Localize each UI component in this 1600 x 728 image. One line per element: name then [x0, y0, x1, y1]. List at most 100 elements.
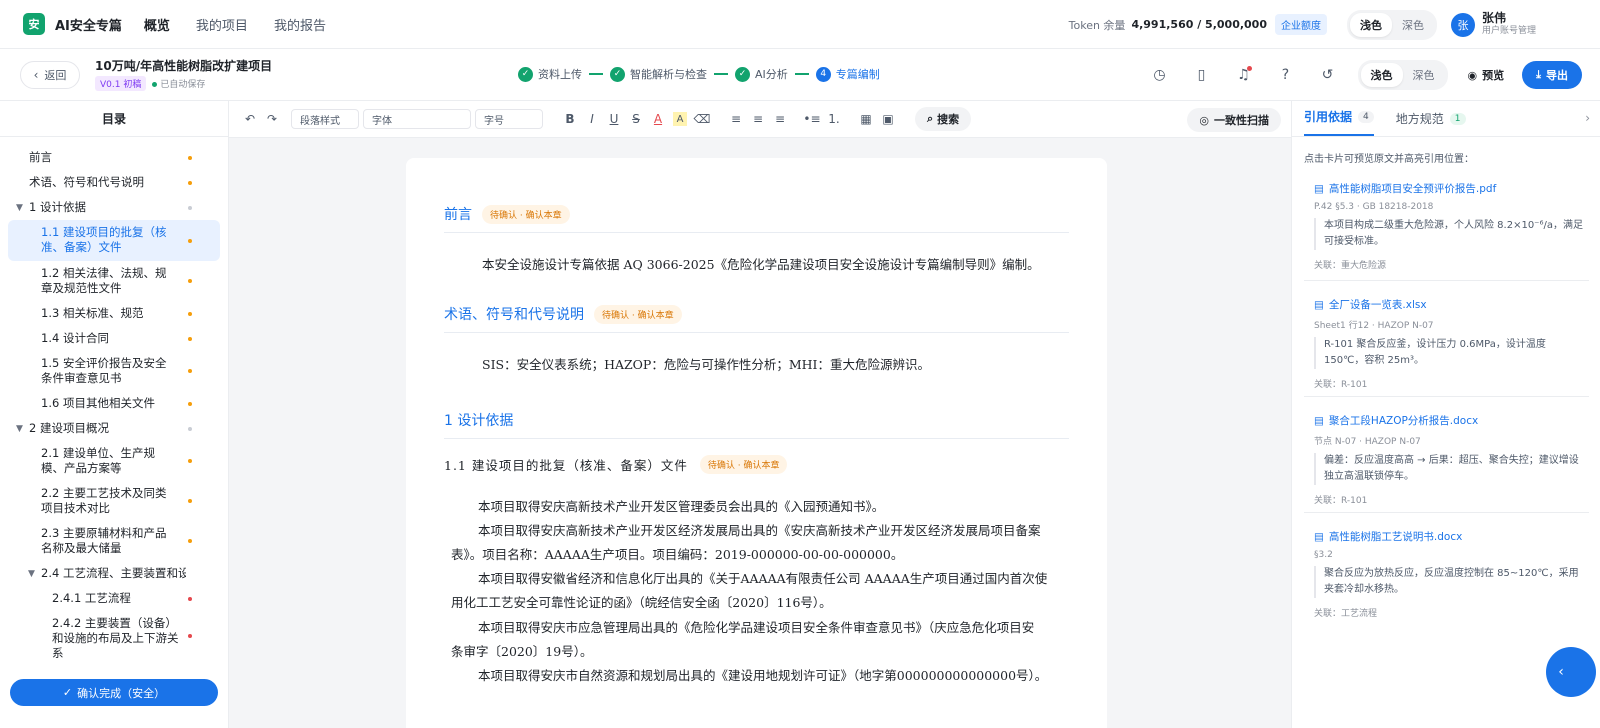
strikethrough-icon[interactable]: S [625, 108, 647, 130]
caret-down-icon[interactable]: ▼ [16, 422, 23, 437]
toc-item[interactable]: 1.3 相关标准、规范 [0, 301, 228, 326]
step-parse[interactable]: ✓ 智能解析与检查 [610, 66, 707, 82]
help-icon[interactable]: ? [1274, 63, 1298, 87]
chevron-right-icon[interactable]: › [1585, 111, 1590, 125]
font-select[interactable]: 字体 [363, 109, 471, 129]
toc-item[interactable]: 2.2 主要工艺技术及同类项目技术对比 [0, 481, 228, 521]
editor-toolbar: ↶ ↷ 段落样式 字体 字号 B I U S A A ⌫ ≡ ≡ ≡ •≡ 1.… [229, 101, 1291, 138]
table-icon[interactable]: ▦ [855, 108, 877, 130]
redo-icon[interactable]: ↷ [261, 108, 283, 130]
check-icon: ✓ [610, 66, 625, 82]
bold-icon[interactable]: B [559, 108, 581, 130]
theme-dark-option[interactable]: 深色 [1392, 13, 1434, 37]
bell-icon[interactable]: ♫ [1232, 63, 1256, 87]
section-heading-design-basis: 1 设计依据 [444, 410, 513, 430]
references-hint: 点击卡片可预览原文并高亮引用位置： [1304, 154, 1474, 165]
bullet-list-icon[interactable]: •≡ [801, 108, 823, 130]
theme-toggle: 浅色 深色 [1346, 9, 1437, 40]
paragraph: SIS：安全仪表系统；HAZOP：危险与可操作性分析；MHI：重大危险源辨识。 [482, 357, 930, 372]
toc-item[interactable]: 1.6 项目其他相关文件 [0, 391, 228, 416]
font-color-icon[interactable]: A [647, 108, 669, 130]
toc-item[interactable]: 1.4 设计合同 [0, 326, 228, 351]
step-compile[interactable]: 4 专篇编制 [815, 66, 880, 82]
toc-list: 前言 术语、符号和代号说明 ▼ 1 设计依据 1.1 建设项目的批复（核准、备案）… [0, 137, 228, 661]
reference-file-name[interactable]: 高性能树脂工艺说明书.docx [1329, 529, 1462, 544]
paragraph: 条审字〔2020〕19号）。 [451, 644, 593, 659]
reference-card[interactable]: ▤ 全厂设备一览表.xlsx Sheet1 行12 · HAZOP N-07 R-… [1314, 297, 1584, 390]
nav-my-projects[interactable]: 我的项目 [196, 15, 248, 34]
pending-confirm-badge[interactable]: 待确认 · 确认本章 [699, 455, 788, 474]
reference-card[interactable]: ▤ 聚合工段HAZOP分析报告.docx 节点 N-07 · HAZOP N-07… [1314, 413, 1584, 506]
caret-down-icon[interactable]: ▼ [28, 567, 35, 582]
step-upload[interactable]: ✓ 资料上传 [518, 66, 582, 82]
consistency-scan-button[interactable]: ◎ 一致性扫描 [1187, 108, 1281, 132]
subsection-heading: 1.1 建设项目的批复（核准、备案）文件 待确认 · 确认本章 [444, 455, 788, 474]
reference-card[interactable]: ▤ 高性能树脂工艺说明书.docx §3.2 聚合反应为放热反应，反应温度控制在 … [1314, 529, 1584, 619]
clear-format-icon[interactable]: ⌫ [691, 108, 713, 130]
toc-item-selected[interactable]: 1.1 建设项目的批复（核准、备案）文件 [8, 220, 220, 261]
align-center-icon[interactable]: ≡ [747, 108, 769, 130]
reference-card[interactable]: ▤ 高性能树脂项目安全预评价报告.pdf P.42 §5.3 · GB 18218… [1314, 181, 1584, 271]
user-name: 张伟 [1481, 11, 1506, 25]
confirm-complete-button[interactable]: ✓ 确认完成（安全） [10, 679, 218, 706]
reference-relation: 关联：重大危险源 [1314, 261, 1387, 271]
tab-label: 地方规范 [1395, 112, 1444, 126]
reference-file-name[interactable]: 全厂设备一览表.xlsx [1329, 297, 1427, 312]
heading-text: 1 设计依据 [444, 413, 514, 429]
pending-confirm-badge[interactable]: 待确认 · 确认本章 [594, 304, 682, 324]
caret-down-icon[interactable]: ▼ [16, 201, 23, 216]
tab-citations[interactable]: 引用依据 4 [1304, 108, 1374, 136]
theme-light-option[interactable]: 浅色 [1349, 12, 1392, 37]
underline-icon[interactable]: U [603, 108, 625, 130]
toc-item[interactable]: 1.5 安全评价报告及安全条件审查意见书 [0, 351, 228, 391]
divider [1304, 512, 1589, 513]
toc-item[interactable]: 2.4.2 主要装置（设备）和设施的布局及上下游关系 [0, 611, 228, 661]
reference-meta: Sheet1 行12 · HAZOP N-07 [1314, 321, 1434, 331]
toc-item[interactable]: 2.3 主要原辅材料和产品名称及最大储量 [0, 521, 228, 561]
font-size-select[interactable]: 字号 [475, 109, 543, 129]
toc-item[interactable]: 术语、符号和代号说明 [0, 170, 228, 195]
nav-my-reports[interactable]: 我的报告 [274, 15, 326, 34]
undo-icon[interactable]: ↺ [1316, 63, 1340, 87]
history-icon[interactable]: ◷ [1148, 63, 1172, 87]
toc-item[interactable]: ▼ 2 建设项目概况 [0, 416, 228, 441]
divider [444, 232, 1069, 233]
italic-icon[interactable]: I [581, 108, 603, 130]
preview-label: 预览 [1482, 69, 1505, 82]
highlight-icon[interactable]: A [673, 112, 687, 126]
collapse-panel-button[interactable]: ‹ [1546, 647, 1596, 697]
tab-local-norms[interactable]: 地方规范 1 [1396, 110, 1466, 136]
document-page[interactable]: 前言 待确认 · 确认本章 本安全设施设计专篇依据 AQ 3066-2025《危险… [406, 158, 1107, 728]
toc-item[interactable]: ▼ 2.4 工艺流程、主要装置和设 [0, 561, 186, 586]
toc-item[interactable]: 2.4.1 工艺流程 [0, 586, 228, 611]
toc-item[interactable]: ▼ 1 设计依据 [0, 195, 228, 220]
document-canvas: 前言 待确认 · 确认本章 本安全设施设计专篇依据 AQ 3066-2025《危险… [229, 138, 1291, 728]
export-button[interactable]: ⤓ 导出 [1522, 61, 1582, 89]
paragraph-style-select[interactable]: 段落样式 [291, 109, 359, 129]
toc-item-label: 1.5 安全评价报告及安全条件审查意见书 [41, 356, 167, 385]
search-button[interactable]: ⌕ 搜索 [915, 107, 972, 131]
status-dot [188, 155, 192, 160]
reference-file-name[interactable]: 高性能树脂项目安全预评价报告.pdf [1329, 181, 1496, 196]
preview-button[interactable]: ◉ 预览 [1468, 67, 1505, 83]
editor-theme-dark[interactable]: 深色 [1403, 63, 1445, 87]
toc-item[interactable]: 2.1 建设单位、生产规模、产品方案等 [0, 441, 228, 481]
back-button[interactable]: ‹ 返回 [20, 61, 80, 89]
toc-item[interactable]: 前言 [0, 145, 228, 170]
paragraph: 用化工工艺安全可靠性论证的函》（皖经信安全函〔2020〕116号）。 [451, 595, 832, 610]
avatar[interactable]: 张 [1450, 12, 1475, 37]
undo-icon[interactable]: ↶ [239, 108, 261, 130]
image-icon[interactable]: ▣ [877, 108, 899, 130]
number-list-icon[interactable]: 1. [823, 108, 845, 130]
align-right-icon[interactable]: ≡ [769, 108, 791, 130]
pending-confirm-badge[interactable]: 待确认 · 确认本章 [482, 204, 570, 224]
align-left-icon[interactable]: ≡ [725, 108, 747, 130]
reference-file-name[interactable]: 聚合工段HAZOP分析报告.docx [1329, 413, 1478, 428]
editor-theme-light[interactable]: 浅色 [1360, 63, 1403, 87]
toc-item[interactable]: 1.2 相关法律、法规、规章及规范性文件 [0, 261, 228, 301]
nav-overview[interactable]: 概览 [144, 15, 170, 34]
check-circle-icon: ◎ [1199, 113, 1209, 127]
step-ai-analysis[interactable]: ✓ AI分析 [735, 66, 788, 82]
book-icon[interactable]: ▯ [1190, 63, 1214, 87]
file-icon: ▤ [1314, 182, 1324, 195]
